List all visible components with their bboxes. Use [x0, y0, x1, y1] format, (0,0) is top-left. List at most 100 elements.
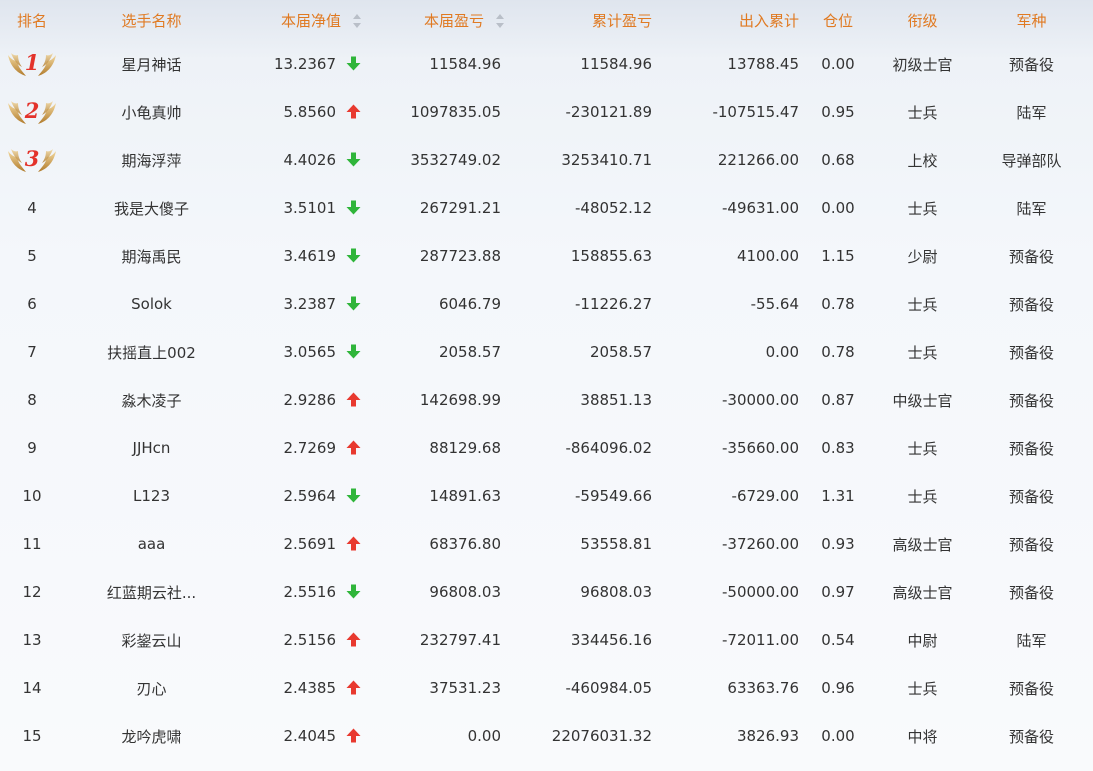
pnl-cell: 232797.41 [369, 616, 504, 664]
flow-value: -50000.00 [722, 583, 799, 601]
nav-value: 3.0565 [283, 343, 337, 361]
arrow-down-icon [346, 56, 361, 71]
table-body: 1 星月神话 13.2367 11584.96 11584.96 13788.4… [0, 40, 1093, 760]
sort-icon[interactable] [496, 14, 504, 28]
player-name[interactable]: 龙吟虎啸 [64, 712, 239, 760]
table-row[interactable]: 1 星月神话 13.2367 11584.96 11584.96 13788.4… [0, 40, 1093, 88]
arrow-down-icon [346, 248, 361, 263]
header-grade: 衔级 [875, 0, 970, 40]
header-nav[interactable]: 本届净值 [239, 0, 369, 40]
rank-medal-icon: 2 [6, 97, 58, 127]
table-row[interactable]: 12 红蓝期云社... 2.5516 96808.03 96808.03 -50… [0, 568, 1093, 616]
player-name-text[interactable]: 红蓝期云社... [107, 584, 196, 602]
rank-number: 11 [22, 535, 42, 553]
sort-icon[interactable] [353, 14, 361, 28]
player-name[interactable]: 期海浮萍 [64, 136, 239, 184]
arm-cell: 预备役 [970, 424, 1093, 472]
ranking-table: 排名 选手名称 本届净值 本届盈亏 累计盈亏 出入累计 仓位 衔级 军种 1 星… [0, 0, 1093, 760]
table-row[interactable]: 15 龙吟虎啸 2.4045 0.00 22076031.32 3826.93 … [0, 712, 1093, 760]
table-row[interactable]: 14 刃心 2.4385 37531.23 -460984.05 63363.7… [0, 664, 1093, 712]
nav-cell: 2.5516 [239, 568, 369, 616]
arm-cell: 陆军 [970, 616, 1093, 664]
player-name-text[interactable]: 扶摇直上002 [107, 344, 196, 362]
arrow-down-icon [346, 344, 361, 359]
player-name-text[interactable]: L123 [133, 487, 170, 505]
rank-number: 4 [27, 199, 37, 217]
player-name[interactable]: 彩鋆云山 [64, 616, 239, 664]
arrow-up-icon [346, 392, 361, 407]
pnl-value: 287723.88 [419, 247, 501, 265]
player-name-text[interactable]: 我是大傻子 [114, 200, 189, 218]
position-value: 0.87 [821, 391, 855, 409]
position-cell: 0.87 [801, 376, 875, 424]
position-value: 0.95 [821, 103, 855, 121]
cum-cell: 96808.03 [504, 568, 654, 616]
rank-number: 9 [27, 439, 37, 457]
arm-value: 预备役 [1008, 343, 1054, 362]
table-row[interactable]: 5 期海禹民 3.4619 287723.88 158855.63 4100.0… [0, 232, 1093, 280]
table-row[interactable]: 7 扶摇直上002 3.0565 2058.57 2058.57 0.00 0.… [0, 328, 1093, 376]
player-name-text[interactable]: aaa [138, 535, 166, 553]
pnl-cell: 6046.79 [369, 280, 504, 328]
player-name-text[interactable]: Solok [131, 295, 172, 313]
table-row[interactable]: 6 Solok 3.2387 6046.79 -11226.27 -55.64 … [0, 280, 1093, 328]
arm-cell: 预备役 [970, 520, 1093, 568]
player-name-text[interactable]: 期海禹民 [121, 248, 181, 266]
rank-number: 12 [22, 583, 42, 601]
header-rank: 排名 [0, 0, 64, 40]
nav-value: 4.4026 [283, 151, 337, 169]
player-name[interactable]: 淼木凌子 [64, 376, 239, 424]
grade-value: 高级士官 [892, 535, 953, 554]
player-name-text[interactable]: 龙吟虎啸 [121, 728, 181, 746]
player-name-text[interactable]: 星月神话 [121, 56, 181, 74]
player-name[interactable]: JJHcn [64, 424, 239, 472]
rank-cell: 10 [0, 472, 64, 520]
position-cell: 0.54 [801, 616, 875, 664]
player-name[interactable]: 扶摇直上002 [64, 328, 239, 376]
player-name[interactable]: 星月神话 [64, 40, 239, 88]
player-name[interactable]: 我是大傻子 [64, 184, 239, 232]
player-name[interactable]: 刃心 [64, 664, 239, 712]
flow-cell: -35660.00 [654, 424, 801, 472]
header-nav-label: 本届净值 [280, 11, 341, 30]
table-row[interactable]: 9 JJHcn 2.7269 88129.68 -864096.02 -3566… [0, 424, 1093, 472]
table-row[interactable]: 13 彩鋆云山 2.5156 232797.41 334456.16 -7201… [0, 616, 1093, 664]
nav-value: 5.8560 [283, 103, 337, 121]
table-row[interactable]: 4 我是大傻子 3.5101 267291.21 -48052.12 -4963… [0, 184, 1093, 232]
nav-value: 2.4385 [283, 679, 337, 697]
player-name-text[interactable]: 刃心 [136, 680, 166, 698]
table-row[interactable]: 3 期海浮萍 4.4026 3532749.02 3253410.71 2212… [0, 136, 1093, 184]
player-name[interactable]: aaa [64, 520, 239, 568]
pnl-cell: 68376.80 [369, 520, 504, 568]
arm-cell: 预备役 [970, 232, 1093, 280]
table-row[interactable]: 8 淼木凌子 2.9286 142698.99 38851.13 -30000.… [0, 376, 1093, 424]
player-name-text[interactable]: 淼木凌子 [121, 392, 181, 410]
position-value: 0.00 [821, 55, 855, 73]
player-name[interactable]: 红蓝期云社... [64, 568, 239, 616]
flow-cell: 63363.76 [654, 664, 801, 712]
flow-cell: 3826.93 [654, 712, 801, 760]
table-row[interactable]: 11 aaa 2.5691 68376.80 53558.81 -37260.0… [0, 520, 1093, 568]
position-cell: 0.83 [801, 424, 875, 472]
player-name[interactable]: 期海禹民 [64, 232, 239, 280]
header-pnl[interactable]: 本届盈亏 [369, 0, 504, 40]
flow-value: 63363.76 [727, 679, 799, 697]
player-name-text[interactable]: 彩鋆云山 [121, 632, 181, 650]
player-name[interactable]: 小龟真帅 [64, 88, 239, 136]
grade-value: 士兵 [907, 487, 938, 506]
table-row[interactable]: 2 小龟真帅 5.8560 1097835.05 -230121.89 -107… [0, 88, 1093, 136]
rank-cell: 12 [0, 568, 64, 616]
arrow-down-icon [346, 584, 361, 599]
player-name[interactable]: Solok [64, 280, 239, 328]
header-flow: 出入累计 [654, 0, 801, 40]
header-name-label: 选手名称 [121, 11, 182, 30]
player-name-text[interactable]: JJHcn [133, 439, 171, 457]
rank-cell: 13 [0, 616, 64, 664]
arm-cell: 预备役 [970, 568, 1093, 616]
player-name[interactable]: L123 [64, 472, 239, 520]
position-value: 0.97 [821, 583, 855, 601]
header-pos: 仓位 [801, 0, 875, 40]
player-name-text[interactable]: 小龟真帅 [121, 104, 181, 122]
player-name-text[interactable]: 期海浮萍 [121, 152, 181, 170]
table-row[interactable]: 10 L123 2.5964 14891.63 -59549.66 -6729.… [0, 472, 1093, 520]
